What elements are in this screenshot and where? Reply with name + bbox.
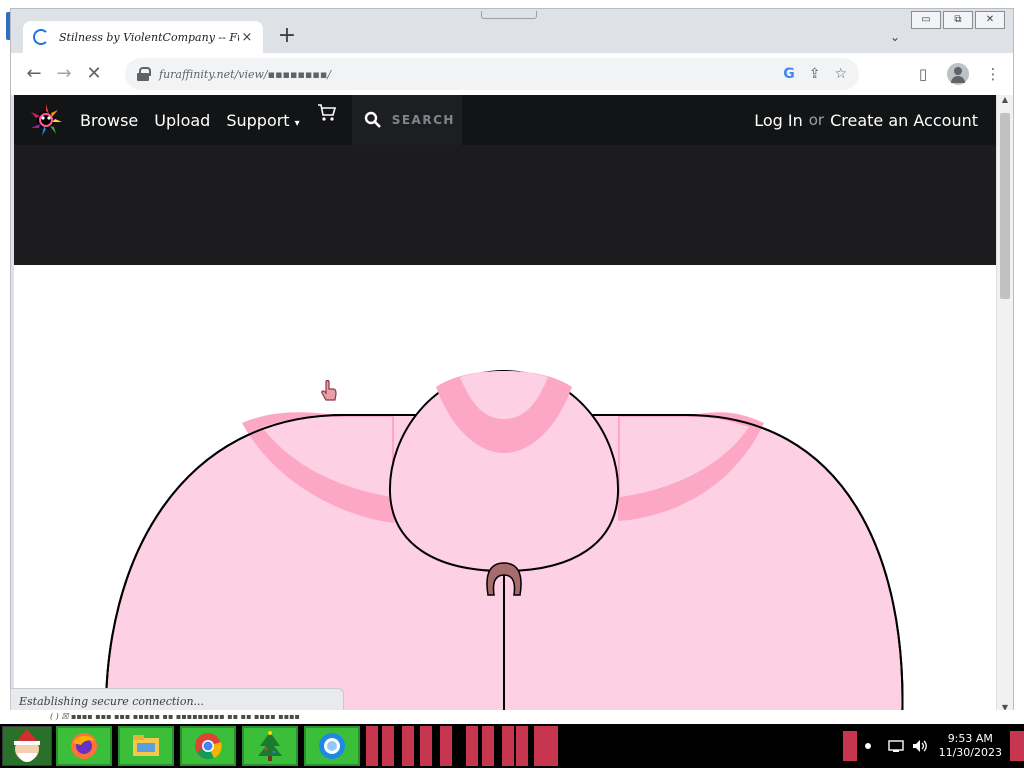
start-button[interactable] bbox=[2, 726, 52, 766]
page-viewport: Browse Upload Support ▾ SEARCH Log In or… bbox=[14, 95, 996, 717]
background-window-text: ( ) ☒ ▪▪▪▪ ▪▪▪ ▪▪▪ ▪▪▪▪▪ ▪▪ ▪▪▪▪▪▪▪▪▪ ▪▪… bbox=[10, 710, 1014, 724]
site-banner bbox=[14, 145, 996, 265]
tray-item[interactable] bbox=[842, 731, 857, 761]
browser-menu-icon[interactable]: ⋮ bbox=[981, 59, 1005, 89]
taskbar-item[interactable] bbox=[366, 726, 378, 766]
firefox-taskbar-button[interactable] bbox=[56, 726, 112, 766]
furaffinity-logo[interactable] bbox=[28, 102, 64, 138]
scrollbar-thumb[interactable] bbox=[1000, 113, 1010, 299]
clock-date: 11/30/2023 bbox=[938, 746, 1002, 759]
profile-avatar[interactable] bbox=[947, 63, 969, 85]
folder-icon bbox=[133, 735, 159, 756]
taskbar-item[interactable] bbox=[466, 726, 478, 766]
window-controls: ▭ ⧉ ✕ bbox=[911, 11, 1005, 29]
tab-close-icon[interactable]: × bbox=[239, 30, 255, 45]
desktop: Stilness by ViolentCompany -- Fur Affi ×… bbox=[0, 0, 1024, 768]
taskbar-clock[interactable]: 9:53 AM 11/30/2023 bbox=[939, 732, 1002, 760]
search-placeholder: SEARCH bbox=[391, 113, 455, 127]
taskbar-item[interactable] bbox=[546, 726, 558, 766]
nav-browse-link[interactable]: Browse bbox=[80, 111, 138, 130]
google-lens-icon[interactable]: G bbox=[783, 66, 795, 82]
stop-loading-button[interactable]: ✕ bbox=[79, 59, 109, 89]
tab-strip: Stilness by ViolentCompany -- Fur Affi ×… bbox=[11, 9, 1013, 53]
chevron-down-icon: ▾ bbox=[294, 117, 300, 129]
file-explorer-taskbar-button[interactable] bbox=[118, 726, 174, 766]
new-tab-button[interactable]: + bbox=[273, 23, 301, 51]
nav-support-label: Support bbox=[226, 110, 290, 130]
site-search[interactable]: SEARCH bbox=[351, 95, 462, 145]
speaker-icon[interactable] bbox=[911, 739, 929, 753]
active-tab[interactable]: Stilness by ViolentCompany -- Fur Affi × bbox=[23, 21, 263, 53]
network-icon[interactable] bbox=[887, 739, 905, 753]
search-icon bbox=[364, 111, 381, 128]
tab-search-button[interactable]: ⌄ bbox=[883, 25, 907, 49]
site-navbar: Browse Upload Support ▾ SEARCH Log In or… bbox=[14, 95, 996, 145]
minimize-button[interactable]: ▭ bbox=[911, 11, 941, 29]
submission-image-area bbox=[14, 265, 996, 717]
taskbar: 9:53 AM 11/30/2023 bbox=[0, 724, 1024, 768]
scroll-up-arrow-icon[interactable]: ▲ bbox=[997, 95, 1013, 109]
loading-spinner-icon bbox=[33, 29, 49, 45]
taskbar-item[interactable] bbox=[516, 726, 528, 766]
taskbar-item[interactable] bbox=[502, 726, 514, 766]
christmas-tree-taskbar-button[interactable] bbox=[242, 726, 298, 766]
system-tray: 9:53 AM 11/30/2023 bbox=[842, 724, 1024, 768]
auth-links: Log In or Create an Account bbox=[754, 95, 978, 145]
christmas-tree-icon bbox=[258, 731, 282, 761]
show-desktop-button[interactable] bbox=[1010, 731, 1024, 761]
messenger-taskbar-button[interactable] bbox=[304, 726, 360, 766]
browser-toolbar: ← → ✕ furaffinity.net/view/▪▪▪▪▪▪▪▪/ G ⇪… bbox=[11, 53, 1013, 95]
login-link[interactable]: Log In bbox=[754, 111, 803, 130]
forward-button[interactable]: → bbox=[49, 59, 79, 89]
tab-title: Stilness by ViolentCompany -- Fur Affi bbox=[59, 30, 239, 44]
close-window-button[interactable]: ✕ bbox=[975, 11, 1005, 29]
submission-artwork[interactable] bbox=[14, 265, 996, 717]
taskbar-item[interactable] bbox=[440, 726, 452, 766]
nav-support-dropdown[interactable]: Support ▾ bbox=[226, 111, 299, 130]
address-bar[interactable]: furaffinity.net/view/▪▪▪▪▪▪▪▪/ G ⇪ ☆ bbox=[125, 58, 859, 90]
clock-time: 9:53 AM bbox=[947, 732, 993, 745]
restore-button[interactable]: ⧉ bbox=[943, 11, 973, 29]
chrome-taskbar-button[interactable] bbox=[180, 726, 236, 766]
santa-start-icon bbox=[14, 729, 40, 762]
chrome-icon bbox=[195, 733, 222, 760]
page-scrollbar[interactable]: ▲ ▼ bbox=[997, 95, 1013, 717]
taskbar-item[interactable] bbox=[482, 726, 494, 766]
nav-upload-link[interactable]: Upload bbox=[154, 111, 210, 130]
window-drag-notch[interactable] bbox=[481, 11, 537, 19]
cart-icon[interactable] bbox=[316, 101, 338, 123]
taskbar-item[interactable] bbox=[402, 726, 414, 766]
lock-icon[interactable] bbox=[137, 67, 151, 81]
side-panel-icon[interactable]: ▯ bbox=[911, 59, 935, 89]
bookmark-star-icon[interactable]: ☆ bbox=[834, 66, 847, 82]
create-account-link[interactable]: Create an Account bbox=[830, 111, 978, 130]
tray-dot-icon[interactable] bbox=[864, 743, 871, 749]
browser-window: Stilness by ViolentCompany -- Fur Affi ×… bbox=[10, 8, 1014, 718]
taskbar-item[interactable] bbox=[420, 726, 432, 766]
or-label: or bbox=[808, 111, 825, 129]
share-icon[interactable]: ⇪ bbox=[809, 66, 821, 82]
firefox-icon bbox=[71, 733, 97, 759]
messenger-icon bbox=[319, 733, 345, 759]
taskbar-item[interactable] bbox=[534, 726, 546, 766]
hand-cursor-icon bbox=[321, 380, 337, 401]
taskbar-item[interactable] bbox=[382, 726, 394, 766]
url-text[interactable]: furaffinity.net/view/▪▪▪▪▪▪▪▪/ bbox=[159, 68, 783, 81]
back-button[interactable]: ← bbox=[19, 59, 49, 89]
